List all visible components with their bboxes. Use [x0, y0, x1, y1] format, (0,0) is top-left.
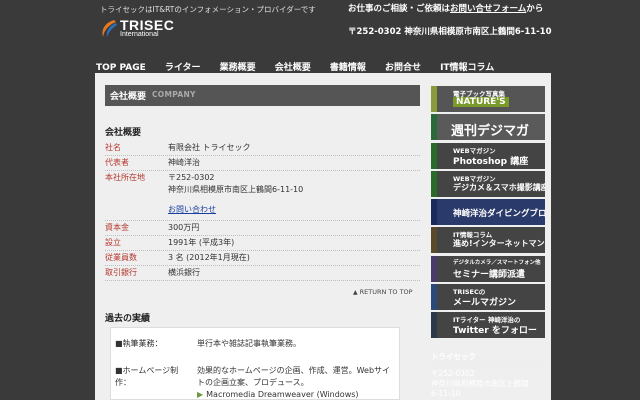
- nav-business[interactable]: 業務概要: [220, 60, 256, 73]
- work-label: ■ホームページ制作：: [115, 366, 179, 387]
- banner-big-text: Photoshop 講座: [453, 156, 529, 167]
- page-title: 会社概要: [110, 92, 147, 102]
- banner-it-column[interactable]: IT情報コラム 進め!インターネットマン: [431, 227, 545, 254]
- info-value: 1991年 (平成3年): [168, 238, 235, 247]
- banner-big-text: 進め!インターネットマン: [453, 239, 545, 249]
- banner-camera-course[interactable]: WEBマガジン デジカメ＆スマホ撮影講座: [431, 170, 545, 197]
- contact-suffix: から: [526, 4, 544, 14]
- info-value: 横浜銀行: [168, 268, 200, 277]
- banner-natures[interactable]: 電子ブック写真集 NATURE'S: [431, 86, 545, 112]
- banner-twitter[interactable]: ITライター 神崎洋治の Twitter をフォロー: [431, 312, 545, 339]
- main-nav: TOP PAGE ライター 業務概要 会社概要 書籍情報 お問合せ IT情報コラ…: [96, 55, 508, 73]
- info-label: 取引銀行: [105, 268, 137, 277]
- nav-top-page[interactable]: TOP PAGE: [96, 63, 146, 73]
- banner-stripe: [431, 227, 437, 254]
- header-address: 〒252-0302 神奈川県相模原市南区上鶴間6-11-10: [348, 27, 552, 37]
- up-arrow-icon: ▲: [353, 289, 358, 296]
- banner-big-text: 週刊デジマガ: [451, 124, 530, 140]
- sidebar-address-line: 神奈川県相模原市南区上鶴間: [431, 379, 529, 388]
- site-header: トライセックはIT&RTのインフォメーション・プロバイダーです TRISEC I…: [0, 0, 640, 48]
- section-title-company: 会社概要: [105, 128, 142, 138]
- banner-stripe: [431, 284, 437, 311]
- logo-swoosh-icon: [102, 20, 117, 37]
- return-to-top-label: RETURN TO TOP: [359, 288, 413, 296]
- banner-small-text: デジタルカメラ／スマートフォン他: [453, 259, 541, 266]
- banner-stripe: [431, 142, 437, 169]
- nav-company[interactable]: 会社概要: [275, 60, 311, 73]
- banner-stripe: [431, 255, 437, 282]
- contact-prefix: お仕事のご相談・ご依頼は: [348, 4, 451, 14]
- info-row-representative: 代表者 神崎洋治: [105, 155, 420, 170]
- sidebar-banners: 電子ブック写真集 NATURE'S 週刊デジマガ WEBマガジン Photosh…: [431, 86, 545, 341]
- contact-form-link[interactable]: お問い合せフォーム: [450, 4, 526, 14]
- banner-stripe: [431, 86, 437, 112]
- banner-diving-blog[interactable]: 神崎洋治ダイビングブログ: [431, 199, 545, 226]
- sidebar-address: トライセック 〒252-0302 神奈川県相模原市南区上鶴間 6-11-10: [431, 352, 545, 399]
- info-value: 3 名 (2012年1月現在): [168, 253, 250, 262]
- banner-stripe: [431, 170, 437, 197]
- work-value: 単行本や雑誌記事執筆業務。: [197, 339, 301, 348]
- info-label: 従業員数: [105, 253, 137, 262]
- page-heading-bar: 会社概要 COMPANY: [105, 85, 420, 106]
- info-label: 設立: [105, 238, 121, 247]
- work-label: ■執筆業務：: [115, 339, 163, 348]
- info-label: 資本金: [105, 223, 129, 232]
- logo-subtitle: International: [120, 31, 159, 38]
- info-value-postal: 〒252-0302: [168, 173, 215, 182]
- site-logo[interactable]: TRISEC International: [100, 17, 180, 41]
- info-value: 有限会社 トライセック: [168, 143, 251, 152]
- banner-photoshop[interactable]: WEBマガジン Photoshop 講座: [431, 142, 545, 169]
- nav-writer[interactable]: ライター: [165, 60, 201, 73]
- work-value: 効果的なホームページの企画、作成、運営。Webサイトの企画立案、プロデュース。: [197, 366, 391, 387]
- sidebar-address-title: トライセック: [431, 352, 545, 367]
- info-label: 代表者: [105, 158, 129, 167]
- info-row-employees: 従業員数 3 名 (2012年1月現在): [105, 250, 420, 265]
- info-label: 社名: [105, 143, 121, 152]
- banner-weekly-digimaga[interactable]: 週刊デジマガ: [431, 114, 545, 141]
- site-tagline: トライセックはIT&RTのインフォメーション・プロバイダーです: [100, 5, 316, 14]
- contact-link[interactable]: お問い合わせ: [168, 204, 420, 216]
- banner-big-text: Twitter をフォロー: [453, 326, 537, 337]
- banner-seminar[interactable]: デジタルカメラ／スマートフォン他 セミナー講師派遣: [431, 255, 545, 282]
- work-bullet-item: ▶ Macromedia Dreamweaver (Windows): [197, 389, 397, 400]
- sidebar-address-line: 6-11-10: [431, 389, 461, 398]
- banner-big-text: デジカメ＆スマホ撮影講座: [453, 182, 545, 192]
- banner-stripe: [431, 114, 437, 141]
- info-row-bank: 取引銀行 横浜銀行: [105, 265, 420, 281]
- work-row-writing: ■執筆業務： 単行本や雑誌記事執筆業務。: [115, 338, 397, 350]
- bullet-arrow-icon: ▶: [197, 390, 204, 399]
- banner-big-text: NATURE'S: [453, 97, 509, 107]
- company-info-table: 社名 有限会社 トライセック 代表者 神崎洋治 本社所在地 〒252-0302 …: [105, 141, 420, 281]
- sidebar-address-line: 〒252-0302: [431, 369, 475, 378]
- banner-stripe: [431, 199, 437, 226]
- banner-big-text: メールマガジン: [453, 298, 517, 309]
- banner-big-text: 神崎洋治ダイビングブログ: [453, 209, 545, 220]
- info-row-address: 本社所在地 〒252-0302 神奈川県相模原市南区上鶴間6-11-10 お問い…: [105, 170, 420, 220]
- banner-big-text: セミナー講師派遣: [453, 269, 526, 280]
- work-row-homepage: ■ホームページ制作： 効果的なホームページの企画、作成、運営。Webサイトの企画…: [115, 365, 397, 400]
- page-title-sub: COMPANY: [152, 90, 196, 99]
- info-value-address: 神奈川県相模原市南区上鶴間6-11-10: [168, 185, 304, 194]
- info-row-name: 社名 有限会社 トライセック: [105, 141, 420, 155]
- contact-notice: お仕事のご相談・ご依頼はお問い合せフォームから: [348, 4, 544, 15]
- info-row-capital: 資本金 300万円: [105, 220, 420, 235]
- banner-stripe: [431, 312, 437, 339]
- achievements-box: ■執筆業務： 単行本や雑誌記事執筆業務。 ■ホームページ制作： 効果的なホームペ…: [110, 327, 400, 400]
- info-value: 300万円: [168, 223, 200, 232]
- info-value: 神崎洋治: [168, 158, 200, 167]
- nav-books[interactable]: 書籍情報: [330, 60, 366, 73]
- info-row-established: 設立 1991年 (平成3年): [105, 235, 420, 250]
- nav-contact[interactable]: お問合せ: [385, 60, 421, 73]
- work-bullet-text: Macromedia Dreamweaver (Windows): [206, 390, 359, 399]
- info-label: 本社所在地: [105, 173, 145, 182]
- nav-it-column[interactable]: IT情報コラム: [440, 60, 494, 73]
- banner-mail-magazine[interactable]: TRISECの メールマガジン: [431, 284, 545, 311]
- return-to-top-link[interactable]: ▲ RETURN TO TOP: [353, 288, 413, 296]
- section-title-achievements: 過去の実績: [105, 314, 151, 324]
